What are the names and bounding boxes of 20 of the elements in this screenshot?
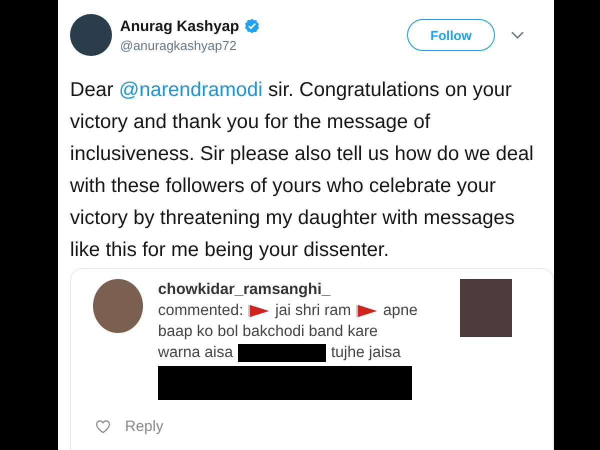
heart-icon[interactable] [95,419,111,434]
comment-text: jai shri ram [275,301,352,321]
chevron-down-icon[interactable] [511,31,524,39]
flag-icon [248,304,270,318]
commenter-username: chowkidar_ramsanghi_ [158,281,330,298]
comment-text: apne [383,301,418,321]
mention-link[interactable]: @narendramodi [118,79,263,101]
follow-button[interactable]: Follow [407,19,495,51]
reply-link[interactable]: Reply [125,418,164,435]
photo-placeholder [460,279,512,337]
author-name[interactable]: Anurag Kashyap [120,18,240,34]
comment-text: warna aisa [158,343,233,363]
author-handle[interactable]: @anuragkashyap72 [120,38,407,52]
tweet-text: Dear @narendramodi sir. Congratulations on your victory and thank you for the message of inclusiveness. Sir please also tell us how do we deal with these followers of yours who celebrate your victory by threatening my daughter with messages like this for me being your dissenter. [70,78,535,263]
comment-text: tujhe jaisa [330,343,401,363]
avatar-placeholder[interactable] [70,14,112,56]
comment-text: commented: [158,301,244,321]
comment-text: baap ko bol bakchodi band kare [158,322,378,342]
flag-icon [356,304,378,318]
avatar-placeholder [93,279,143,333]
